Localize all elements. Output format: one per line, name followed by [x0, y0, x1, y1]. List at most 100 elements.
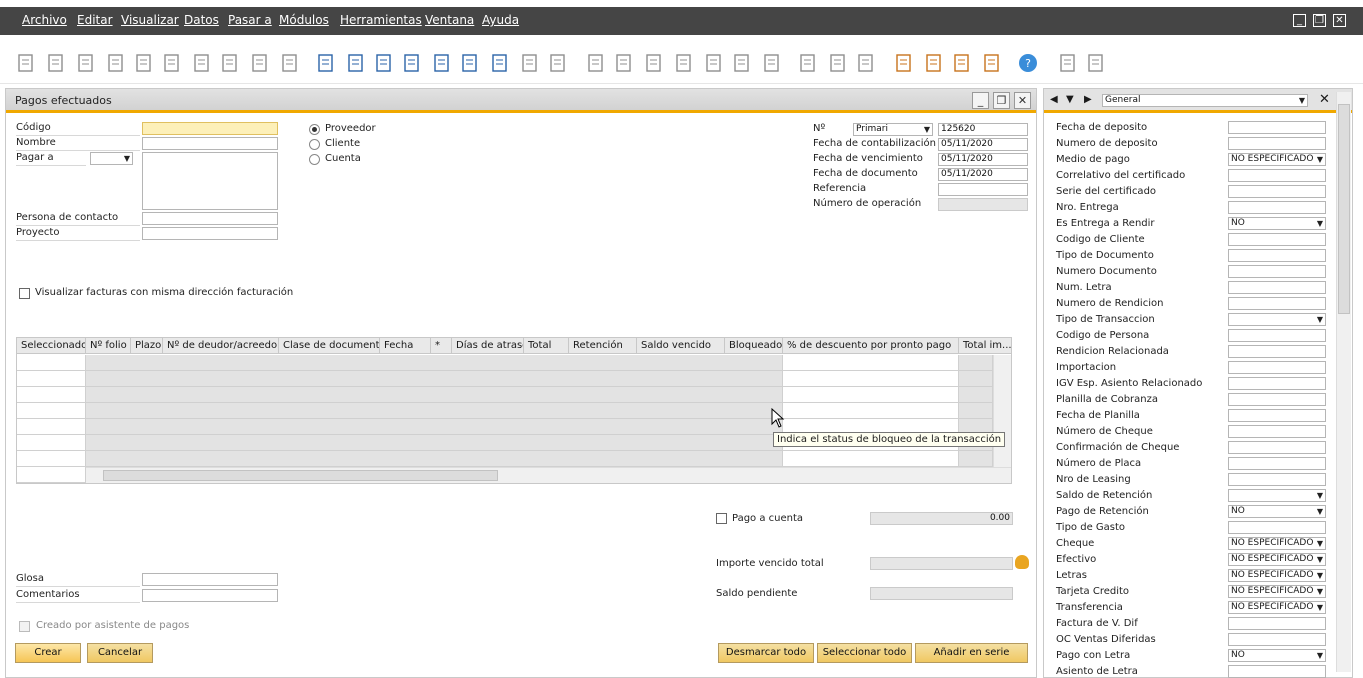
- side-field-input[interactable]: [1228, 425, 1326, 438]
- form-close-button[interactable]: ✕: [1014, 92, 1031, 109]
- grid-col-star[interactable]: *: [431, 338, 452, 354]
- persona-contacto-input[interactable]: [142, 212, 278, 225]
- menu-ventana[interactable]: Ventana: [425, 13, 474, 27]
- settings-icon[interactable]: [762, 52, 782, 74]
- side-field-input[interactable]: [1228, 265, 1326, 278]
- menu-datos[interactable]: Datos: [184, 13, 219, 27]
- app-restore-button[interactable]: ❐: [1313, 14, 1326, 27]
- side-field-input[interactable]: [1228, 201, 1326, 214]
- alerts-icon[interactable]: [924, 52, 944, 74]
- grid-col-bloqueado[interactable]: Bloqueado: [725, 338, 783, 354]
- pdf-icon[interactable]: [220, 52, 240, 74]
- grid-col-fecha[interactable]: Fecha: [380, 338, 431, 354]
- grid-horizontal-scrollbar[interactable]: [86, 467, 1011, 483]
- add-icon[interactable]: [346, 52, 366, 74]
- menu-ayuda[interactable]: Ayuda: [482, 13, 519, 27]
- side-field-input[interactable]: [1228, 633, 1326, 646]
- side-field-input[interactable]: [1228, 617, 1326, 630]
- fecha-doc-input[interactable]: 05/11/2020: [938, 168, 1028, 181]
- side-field-input[interactable]: NO ESPECIFICADO: [1228, 585, 1326, 598]
- cliente-radio[interactable]: [309, 139, 320, 150]
- table-row[interactable]: [17, 418, 993, 419]
- nav-right-icon[interactable]: ▶: [1084, 94, 1092, 105]
- side-field-input[interactable]: [1228, 297, 1326, 310]
- grid-col-folio[interactable]: Nº folio: [86, 338, 131, 354]
- lock-icon[interactable]: [280, 52, 300, 74]
- side-scrollbar[interactable]: [1336, 92, 1351, 672]
- side-field-input[interactable]: [1228, 329, 1326, 342]
- menu-modulos[interactable]: Módulos: [279, 13, 329, 27]
- crear-button[interactable]: Crear: [15, 643, 81, 663]
- grid-col-total[interactable]: Total: [524, 338, 569, 354]
- menu-archivo[interactable]: Archivo: [22, 13, 67, 27]
- side-field-input[interactable]: [1228, 665, 1326, 678]
- side-field-input[interactable]: [1228, 409, 1326, 422]
- invoices-grid[interactable]: Seleccionado Nº folio Plazo Nº de deudor…: [16, 337, 1012, 484]
- menu-herramientas[interactable]: Herramientas: [340, 13, 422, 27]
- desmarcar-todo-button[interactable]: Desmarcar todo: [718, 643, 814, 663]
- menu-visualizar[interactable]: Visualizar: [121, 13, 179, 27]
- side-field-input[interactable]: [1228, 249, 1326, 262]
- side-field-input[interactable]: NO ESPECIFICADO: [1228, 553, 1326, 566]
- pagar-a-address[interactable]: [142, 152, 278, 210]
- doc-number-input[interactable]: 125620: [938, 123, 1028, 136]
- balance-icon[interactable]: [704, 52, 724, 74]
- help-icon[interactable]: ?: [1018, 52, 1038, 74]
- anadir-serie-button[interactable]: Añadir en serie: [915, 643, 1028, 663]
- comentarios-input[interactable]: [142, 589, 278, 602]
- org-icon[interactable]: [982, 52, 1002, 74]
- table-row[interactable]: [17, 450, 993, 451]
- prev-icon[interactable]: [402, 52, 422, 74]
- tools-icon[interactable]: [1058, 52, 1078, 74]
- pago-cuenta-checkbox[interactable]: [716, 513, 727, 524]
- side-field-input[interactable]: [1228, 361, 1326, 374]
- grid-col-saldo[interactable]: Saldo vencido: [637, 338, 725, 354]
- side-field-input[interactable]: NO: [1228, 649, 1326, 662]
- grid-col-retencion[interactable]: Retención: [569, 338, 637, 354]
- cuenta-radio[interactable]: [309, 154, 320, 165]
- visualizar-facturas-checkbox[interactable]: [19, 288, 30, 299]
- messages-icon[interactable]: [894, 52, 914, 74]
- first-icon[interactable]: [374, 52, 394, 74]
- table-row[interactable]: [17, 402, 993, 403]
- side-field-input[interactable]: [1228, 377, 1326, 390]
- more-icon[interactable]: [1086, 52, 1106, 74]
- excel-icon[interactable]: [162, 52, 182, 74]
- fax-icon[interactable]: [134, 52, 154, 74]
- cancelar-button[interactable]: Cancelar: [87, 643, 153, 663]
- side-field-input[interactable]: [1228, 489, 1326, 502]
- pagar-a-select[interactable]: [90, 152, 133, 165]
- document-icon[interactable]: [732, 52, 752, 74]
- side-field-input[interactable]: [1228, 441, 1326, 454]
- side-field-input[interactable]: [1228, 393, 1326, 406]
- nombre-input[interactable]: [142, 137, 278, 150]
- side-field-input[interactable]: [1228, 521, 1326, 534]
- side-field-input[interactable]: NO ESPECIFICADO: [1228, 569, 1326, 582]
- side-field-input[interactable]: [1228, 473, 1326, 486]
- preview-icon[interactable]: [16, 52, 36, 74]
- coins-icon[interactable]: [1015, 555, 1029, 569]
- payment-means-icon[interactable]: [674, 52, 694, 74]
- side-close-icon[interactable]: ✕: [1319, 92, 1330, 107]
- journal-icon[interactable]: [644, 52, 664, 74]
- glosa-input[interactable]: [142, 573, 278, 586]
- email-icon[interactable]: [76, 52, 96, 74]
- nav-down-icon[interactable]: ▼: [1066, 94, 1074, 105]
- seleccionar-todo-button[interactable]: Seleccionar todo: [817, 643, 912, 663]
- print-icon[interactable]: [46, 52, 66, 74]
- grid-col-total-imp[interactable]: Total im...: [959, 338, 1011, 354]
- next-icon[interactable]: [432, 52, 452, 74]
- side-field-input[interactable]: [1228, 137, 1326, 150]
- grid-col-descuento[interactable]: % de descuento por pronto pago: [783, 338, 959, 354]
- category-select[interactable]: General: [1102, 94, 1308, 107]
- new-doc-icon[interactable]: [828, 52, 848, 74]
- refresh-icon[interactable]: [490, 52, 510, 74]
- side-field-input[interactable]: [1228, 281, 1326, 294]
- fecha-contab-input[interactable]: 05/11/2020: [938, 138, 1028, 151]
- app-minimize-button[interactable]: _: [1293, 14, 1306, 27]
- grid-col-plazo[interactable]: Plazo: [131, 338, 163, 354]
- last-icon[interactable]: [460, 52, 480, 74]
- target-doc-icon[interactable]: [614, 52, 634, 74]
- side-field-input[interactable]: [1228, 233, 1326, 246]
- calendar-icon[interactable]: [952, 52, 972, 74]
